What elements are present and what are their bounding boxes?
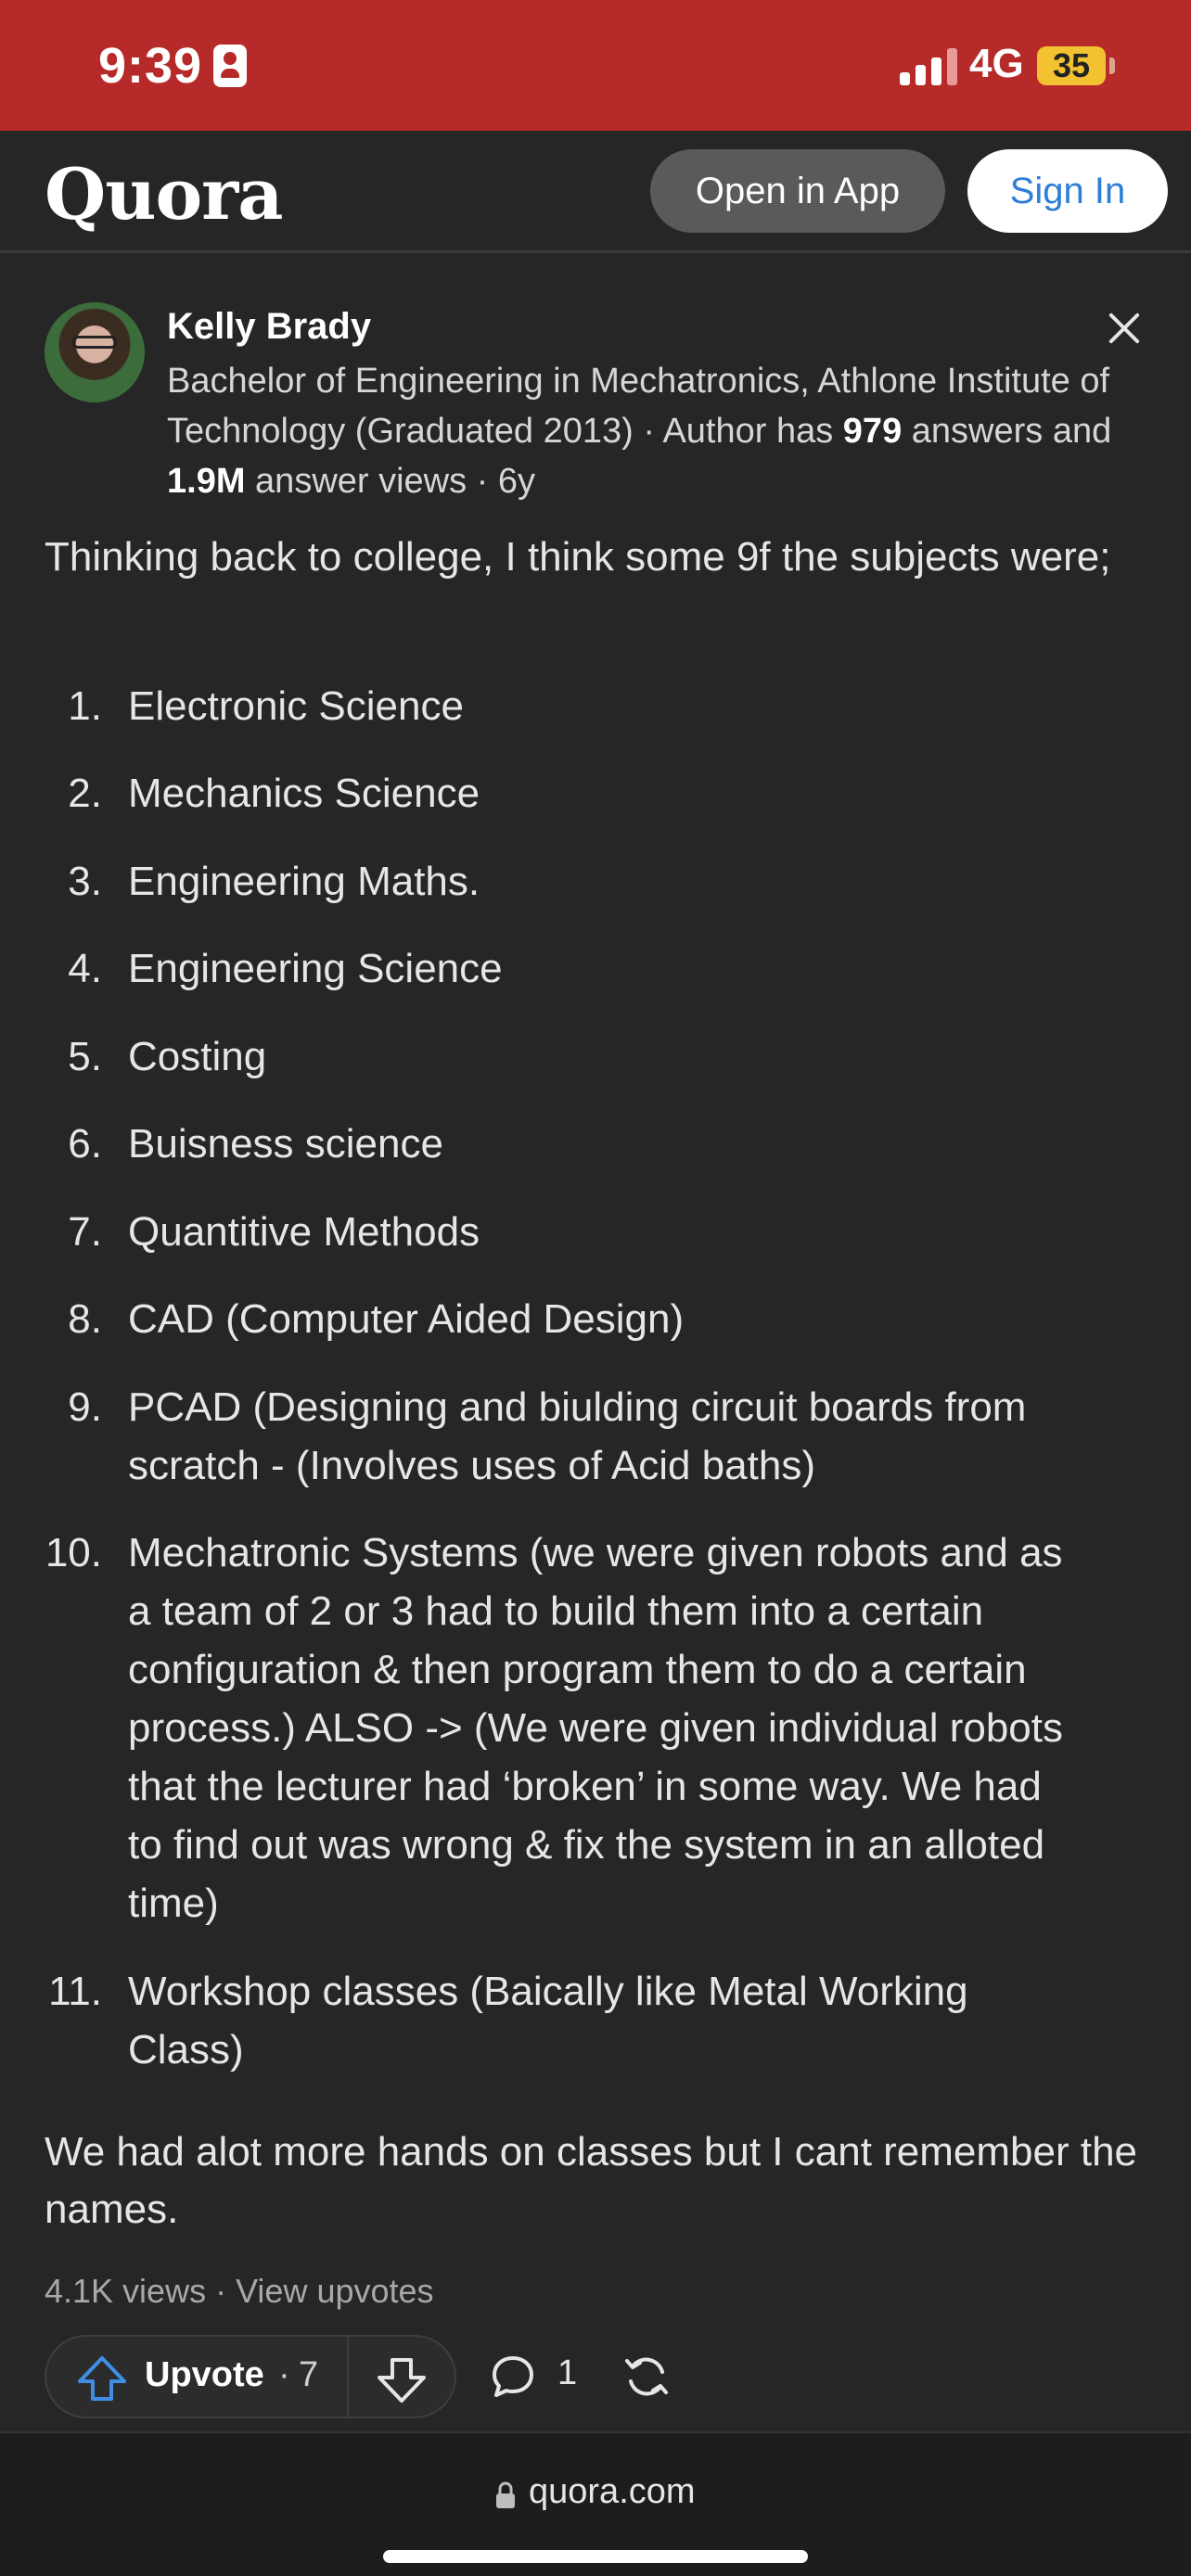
list-text: CAD (Computer Aided Design) [128,1296,685,1342]
vote-divider [347,2337,349,2418]
list-text: Mechanics Science [128,771,480,816]
close-icon[interactable] [1104,308,1145,349]
list-text: PCAD (Designing and biulding circuit boa… [128,1384,1027,1488]
list-text: Mechatronic Systems (we were given robot… [128,1530,1063,1926]
id-badge-icon [213,45,247,87]
signal-icon [900,48,957,85]
share-icon[interactable] [621,2352,672,2402]
answer-views-count: 1.9M [167,462,246,501]
downvote-arrow-icon[interactable] [376,2357,428,2404]
list-text: Quantitive Methods [128,1209,480,1255]
comment-icon[interactable] [490,2353,536,2400]
answer-intro: Thinking back to college, I think some 9… [45,534,1111,580]
upvote-button[interactable]: Upvote [145,2355,264,2395]
avatar-glasses [72,336,117,349]
list-text: Workshop classes (Baically like Metal Wo… [128,1969,968,2072]
list-number: 10. [45,1530,102,1575]
author-name[interactable]: Kelly Brady [167,306,371,348]
network-type: 4G [969,41,1024,86]
credential-mid: answers and [911,412,1112,451]
battery-cap [1109,57,1115,74]
list-number: 11. [48,1969,102,2014]
answer-outro: We had alot more hands on classes but I … [45,2129,1138,2232]
action-bar: Upvote · 7 1 [45,2335,1158,2418]
list-text: Engineering Maths. [128,859,480,904]
views-and-upvotes-link[interactable]: 4.1K views · View upvotes [45,2272,434,2311]
list-number: 5. [68,1034,102,1079]
list-number: 4. [68,946,102,991]
list-text: Engineering Science [128,946,503,991]
credential-suffix: answer views · 6y [255,462,536,501]
list-text: Buisness science [128,1121,443,1167]
app-header: Quora Open in App Sign In [0,131,1191,253]
open-in-app-button[interactable]: Open in App [650,149,945,233]
lock-icon [496,2481,515,2508]
status-bar: 9:39 4G 35 [0,0,1191,131]
sign-in-button[interactable]: Sign In [967,149,1168,233]
quora-logo[interactable]: Quora [45,153,283,236]
vote-pill: Upvote · 7 [45,2335,456,2418]
battery-icon: 35 [1037,46,1106,85]
browser-bottom-bar: quora.com [0,2431,1191,2576]
list-number: 6. [68,1121,102,1167]
list-number: 9. [68,1384,102,1430]
upvote-count: 7 [299,2355,319,2394]
status-time: 9:39 [98,38,203,94]
upvote-separator: · [278,2355,290,2394]
home-indicator[interactable] [383,2550,808,2563]
list-text: Electronic Science [128,683,464,729]
avatar[interactable] [45,302,145,402]
answers-count: 979 [842,412,903,451]
list-number: 3. [68,859,102,904]
comment-count: 1 [557,2353,578,2392]
list-number: 8. [68,1296,102,1342]
url-bar[interactable]: quora.com [529,2472,696,2512]
list-number: 2. [68,771,102,816]
author-credential: Bachelor of Engineering in Mechatronics,… [167,356,1159,506]
upvote-arrow-icon[interactable] [76,2355,128,2402]
list-number: 7. [68,1209,102,1255]
list-text: Costing [128,1034,267,1079]
list-number: 1. [68,683,102,729]
answer-card: Kelly Brady Bachelor of Engineering in M… [0,260,1191,2429]
